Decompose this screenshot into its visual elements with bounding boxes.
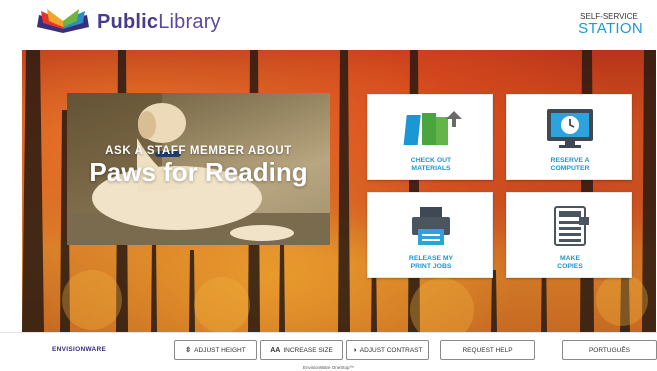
language-button[interactable]: PORTUGUÊS xyxy=(562,340,657,360)
release-label-line2: PRINT JOBS xyxy=(410,263,452,270)
station-label: STATION xyxy=(578,20,643,37)
footer-product-note: EnvisionWare OneStop™ xyxy=(302,365,355,370)
request-help-label: REQUEST HELP xyxy=(462,346,513,354)
library-brand-name: PublicLibrary xyxy=(97,11,221,34)
reserve-label-line2: COMPUTER xyxy=(550,165,590,172)
reserve-computer-label: RESERVE A COMPUTER xyxy=(507,157,633,173)
check-out-label-line1: CHECK OUT xyxy=(410,157,452,164)
paws-for-reading-promo[interactable]: ASK A STAFF MEMBER ABOUT Paws for Readin… xyxy=(67,93,330,245)
brand-name-light: Library xyxy=(158,11,221,33)
text-size-icon: AA xyxy=(270,346,281,354)
adjust-contrast-button[interactable]: ◑ ADJUST CONTRAST xyxy=(346,340,429,360)
height-adjust-icon: ⇳ xyxy=(185,347,192,354)
release-print-jobs-tile[interactable]: RELEASE MY PRINT JOBS xyxy=(367,192,493,278)
copies-label-line2: COPIES xyxy=(557,263,583,270)
open-book-logo-icon xyxy=(37,9,89,33)
printer-icon xyxy=(412,207,450,245)
copier-icon xyxy=(554,206,589,246)
increase-size-label: INCREASE SIZE xyxy=(283,346,333,354)
release-print-jobs-label: RELEASE MY PRINT JOBS xyxy=(368,255,494,271)
promo-title: Paws for Reading xyxy=(89,157,308,187)
increase-size-button[interactable]: AA INCREASE SIZE xyxy=(260,340,343,360)
request-help-button[interactable]: REQUEST HELP xyxy=(440,340,535,360)
promo-subtitle: ASK A STAFF MEMBER ABOUT xyxy=(105,145,292,157)
check-out-label-line2: MATERIALS xyxy=(411,165,451,172)
check-out-materials-tile[interactable]: CHECK OUT MATERIALS xyxy=(367,94,493,180)
make-copies-tile[interactable]: MAKE COPIES xyxy=(506,192,632,278)
check-out-materials-label: CHECK OUT MATERIALS xyxy=(368,157,494,173)
adjust-height-label: ADJUST HEIGHT xyxy=(194,346,246,354)
brand-name-bold: Public xyxy=(97,11,159,33)
books-icon xyxy=(403,111,462,145)
adjust-height-button[interactable]: ⇳ ADJUST HEIGHT xyxy=(174,340,257,360)
accessibility-toolbar: ENVISIONWARE ⇳ ADJUST HEIGHT AA INCREASE… xyxy=(0,332,657,371)
envisionware-logo: ENVISIONWARE xyxy=(52,346,107,353)
reserve-label-line1: RESERVE A xyxy=(550,157,590,164)
header: PublicLibrary SELF-SERVICE STATION xyxy=(0,0,657,50)
reserve-computer-tile[interactable]: RESERVE A COMPUTER xyxy=(506,94,632,180)
make-copies-label: MAKE COPIES xyxy=(507,255,633,271)
release-label-line1: RELEASE MY xyxy=(408,255,454,262)
computer-clock-icon xyxy=(547,109,593,148)
adjust-contrast-label: ADJUST CONTRAST xyxy=(359,346,423,354)
language-label: PORTUGUÊS xyxy=(588,346,631,354)
copies-label-line1: MAKE xyxy=(559,255,580,262)
contrast-icon: ◑ xyxy=(352,346,357,354)
